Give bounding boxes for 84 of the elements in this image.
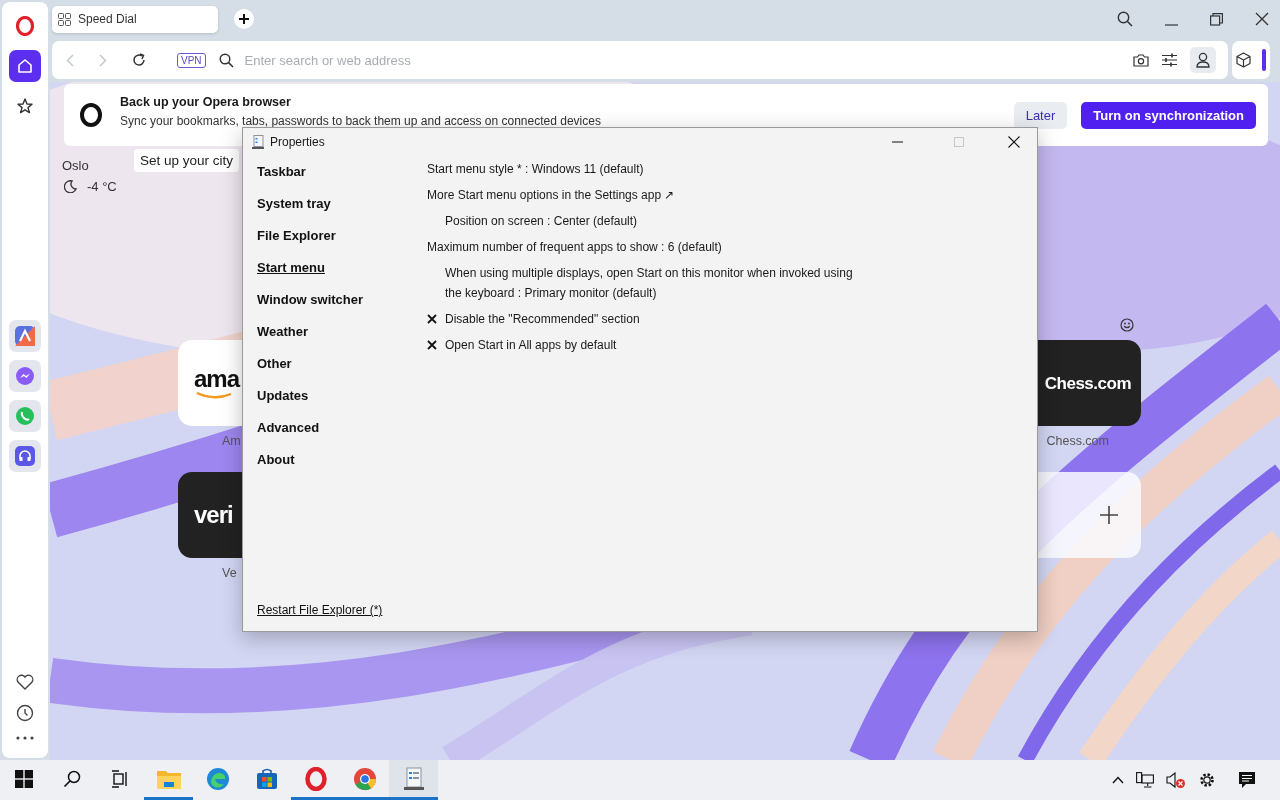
setting-value[interactable]: Position on screen : Center (default) <box>427 211 638 231</box>
banner-text: Sync your bookmarks, tabs, passwords to back them up and access on connected devices <box>120 113 601 128</box>
profile-button[interactable] <box>1190 47 1216 73</box>
add-site-tile[interactable] <box>1038 472 1141 558</box>
plus-icon <box>1100 506 1118 524</box>
settings-category[interactable]: Advanced <box>257 420 320 435</box>
notifications-icon[interactable] <box>1238 771 1256 789</box>
wave-logo-icon <box>205 766 230 791</box>
setting-value[interactable]: Maximum number of frequent apps to show : 6 (default) <box>427 237 722 257</box>
window-title: Properties <box>270 135 325 149</box>
chat-bubble-icon[interactable] <box>9 360 41 392</box>
chevron-up-icon[interactable] <box>1112 776 1124 784</box>
smiley-icon[interactable] <box>1120 318 1134 332</box>
grid-icon <box>58 12 71 26</box>
opera-logo-icon[interactable] <box>16 16 34 36</box>
network-icon[interactable] <box>1136 772 1154 788</box>
settings-category[interactable]: Weather <box>257 324 309 339</box>
star-icon <box>16 97 34 115</box>
reload-icon[interactable] <box>132 53 146 67</box>
taskbar-app-button[interactable] <box>389 760 438 800</box>
settings-category[interactable]: Taskbar <box>257 164 306 179</box>
settings-link[interactable]: More Start menu options in the Settings app ↗ <box>427 185 675 205</box>
cube-icon[interactable] <box>1236 52 1251 68</box>
clock-icon[interactable] <box>16 704 34 722</box>
search-icon <box>63 769 81 788</box>
weather-temperature: -4 °C <box>87 179 117 194</box>
settings-category[interactable]: Updates <box>257 388 309 403</box>
setting-label[interactable]: Open Start in All apps by default <box>445 335 617 355</box>
site-logo: Chess.com <box>1044 374 1131 392</box>
settings-icon[interactable] <box>1198 771 1216 789</box>
new-tab-button[interactable] <box>234 9 254 29</box>
close-icon[interactable] <box>1008 136 1020 148</box>
speed-dial-tile[interactable]: ama <box>178 340 242 426</box>
sliders-icon[interactable] <box>1162 53 1177 67</box>
close-icon[interactable] <box>1255 12 1269 26</box>
settings-category[interactable]: About <box>257 452 295 467</box>
more-icon[interactable] <box>16 736 34 740</box>
weather-city: Oslo <box>62 158 89 173</box>
settings-category[interactable]: Other <box>257 356 292 371</box>
speed-dial-tile[interactable]: veri <box>178 472 242 558</box>
muted-volume-icon[interactable] <box>1166 771 1186 789</box>
restart-explorer-link[interactable]: Restart File Explorer (*) <box>257 603 383 617</box>
document-list-icon <box>402 766 425 791</box>
headphones-icon[interactable] <box>9 440 41 472</box>
search-icon <box>218 52 234 68</box>
home-button[interactable] <box>9 50 41 82</box>
tile-label: Am <box>221 434 242 448</box>
home-icon <box>16 57 34 75</box>
speed-dial-tile[interactable]: Chess.com <box>1038 340 1141 426</box>
task-view-icon <box>111 769 129 788</box>
opera-logo-icon <box>80 103 102 127</box>
search-icon[interactable] <box>1117 11 1133 27</box>
triangle-app-icon[interactable] <box>9 320 41 352</box>
site-logo: ama <box>194 366 240 391</box>
setting-value[interactable]: Start menu style * : Windows 11 (default) <box>427 159 644 179</box>
sync-button[interactable]: Turn on synchronization <box>1081 101 1256 129</box>
tab-title: Speed Dial <box>78 12 137 26</box>
chrome-logo-icon <box>352 766 377 791</box>
tile-label: Ve <box>221 566 238 580</box>
settings-category[interactable]: Start menu <box>257 260 325 275</box>
windows-logo-icon <box>15 769 33 788</box>
settings-category[interactable]: System tray <box>257 196 331 211</box>
banner-title: Back up your Opera browser <box>120 94 292 109</box>
camera-icon[interactable] <box>1133 53 1149 67</box>
setting-value[interactable]: When using multiple displays, open Start on this monitor when invoked using the keyboard : Primary monitor (default) <box>427 263 865 303</box>
address-bar[interactable]: VPN Enter search or web address <box>52 41 1228 79</box>
heart-icon[interactable] <box>16 674 34 690</box>
setting-label[interactable]: Disable the "Recommended" section <box>445 309 640 329</box>
person-icon <box>1196 52 1210 68</box>
restore-icon[interactable] <box>1210 12 1223 26</box>
settings-category[interactable]: Window switcher <box>257 292 364 307</box>
plus-icon <box>239 14 249 24</box>
address-field[interactable]: Enter search or web address <box>242 51 1120 69</box>
shopping-bag-icon <box>255 767 278 790</box>
city-tooltip: Set up your city <box>134 149 240 172</box>
app-icon <box>252 135 264 149</box>
opera-logo-icon <box>304 766 327 791</box>
browser-tab[interactable]: Speed Dial <box>52 5 218 33</box>
vpn-badge[interactable]: VPN <box>177 52 206 68</box>
settings-category[interactable]: File Explorer <box>257 228 336 243</box>
sidebar-toggle[interactable] <box>1262 49 1266 71</box>
later-button[interactable]: Later <box>1013 101 1068 129</box>
site-logo: veri <box>194 503 233 527</box>
moon-icon <box>64 180 77 193</box>
